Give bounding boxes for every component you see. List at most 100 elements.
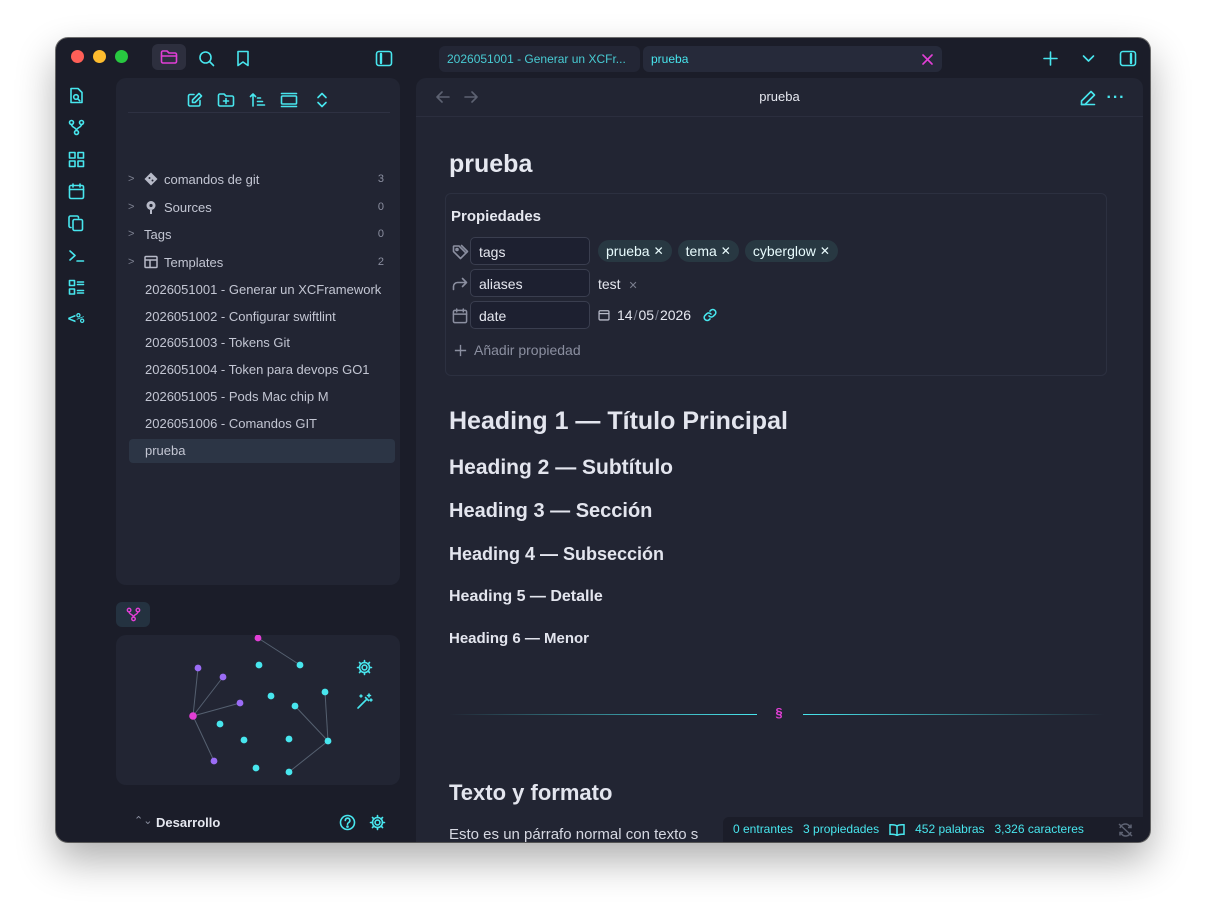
- command-palette-button[interactable]: [66, 245, 86, 265]
- close-window-button[interactable]: [71, 50, 84, 63]
- character-count[interactable]: 3,326 caracteres: [995, 817, 1084, 842]
- property-key-date[interactable]: date: [470, 301, 590, 329]
- templater-icon[interactable]: <%: [66, 309, 86, 329]
- edit-mode-button[interactable]: [1078, 88, 1098, 108]
- settings-button[interactable]: [367, 812, 387, 832]
- file-item[interactable]: 2026051006 - Comandos GIT: [129, 412, 395, 436]
- editor-pane: prueba ··· prueba Propiedades tags prueb…: [416, 78, 1143, 842]
- plus-icon: [1042, 50, 1058, 66]
- search-tab-button[interactable]: [196, 48, 216, 68]
- calendar-icon: [451, 307, 469, 325]
- app-window: 2026051001 - Generar un XCFr... prueba <…: [56, 38, 1150, 842]
- daily-note-button[interactable]: [66, 181, 86, 201]
- more-options-icon[interactable]: ···: [1106, 88, 1126, 108]
- backlinks-count[interactable]: 0 entrantes: [733, 817, 793, 842]
- alias-value[interactable]: test ✕: [598, 276, 638, 292]
- zoom-window-button[interactable]: [115, 50, 128, 63]
- toggle-left-sidebar-button[interactable]: [374, 48, 394, 68]
- canvas-button[interactable]: [66, 149, 86, 169]
- file-item[interactable]: 2026051005 - Pods Mac chip M: [129, 385, 395, 409]
- git-fork-icon: [126, 607, 140, 622]
- gallery-icon: [280, 92, 298, 108]
- graph-view-button[interactable]: [66, 117, 86, 137]
- view-header-title[interactable]: prueba: [416, 89, 1143, 104]
- paragraph[interactable]: Esto es un párrafo normal con texto s: [449, 826, 698, 842]
- heading-4[interactable]: Heading 4 — Subsección: [449, 544, 664, 565]
- folder-templates[interactable]: > Templates 2: [128, 250, 392, 274]
- remove-tag-icon[interactable]: ✕: [721, 244, 731, 258]
- file-item[interactable]: 2026051003 - Tokens Git: [129, 331, 395, 355]
- local-graph-tab-button[interactable]: [116, 602, 150, 627]
- folder-plus-icon: [217, 93, 235, 107]
- divider-glyph-icon: §: [775, 705, 783, 720]
- heading-5[interactable]: Heading 5 — Detalle: [449, 588, 603, 606]
- chevron-right-icon: >: [128, 201, 135, 213]
- toggle-right-sidebar-button[interactable]: [1118, 48, 1138, 68]
- vault-name[interactable]: Desarrollo: [156, 815, 220, 830]
- file-explorer-tab-button[interactable]: [152, 44, 186, 70]
- chevrons-up-down-icon: [317, 92, 327, 108]
- file-item-active[interactable]: prueba: [129, 439, 395, 463]
- collapse-all-button[interactable]: [312, 90, 332, 110]
- pencil-square-icon: [187, 92, 203, 107]
- word-count[interactable]: 452 palabras: [915, 817, 984, 842]
- properties-box: Propiedades tags prueba ✕ tema ✕ cyberglow…: [445, 193, 1107, 376]
- minimize-window-button[interactable]: [93, 50, 106, 63]
- vault-switcher-chevron-icon[interactable]: ⌃⌄: [134, 814, 152, 827]
- property-key-aliases[interactable]: aliases: [470, 269, 590, 297]
- new-note-button[interactable]: [185, 90, 205, 110]
- remove-alias-icon[interactable]: ✕: [628, 280, 637, 292]
- graph-settings-button[interactable]: [354, 657, 374, 677]
- heading-3[interactable]: Heading 3 — Sección: [449, 500, 652, 523]
- new-folder-button[interactable]: [216, 90, 236, 110]
- date-value[interactable]: 14/05/2026: [598, 307, 717, 323]
- heading-2[interactable]: Heading 2 — Subtítulo: [449, 456, 673, 480]
- book-open-icon[interactable]: [889, 823, 905, 836]
- new-tab-button[interactable]: [1040, 48, 1060, 68]
- chevron-right-icon: >: [128, 256, 135, 268]
- auto-reveal-button[interactable]: [279, 90, 299, 110]
- tag-pill-tema[interactable]: tema ✕: [677, 240, 739, 262]
- remove-tag-icon[interactable]: ✕: [820, 244, 830, 258]
- remove-tag-icon[interactable]: ✕: [654, 244, 664, 258]
- animate-graph-button[interactable]: [354, 691, 374, 711]
- calendar-icon: [68, 182, 84, 199]
- bookmark-icon: [237, 50, 249, 66]
- sync-off-icon[interactable]: [1118, 822, 1133, 837]
- tab-generar-xcframework[interactable]: 2026051001 - Generar un XCFr...: [439, 46, 640, 72]
- properties-heading[interactable]: Propiedades: [451, 208, 541, 225]
- tab-prueba[interactable]: prueba: [643, 46, 942, 72]
- bookmarks-tab-button[interactable]: [233, 48, 253, 68]
- folder-sources[interactable]: > Sources 0: [128, 195, 392, 219]
- tab-list-button[interactable]: [1078, 48, 1098, 68]
- tag-icon: [451, 243, 469, 261]
- property-key-tags[interactable]: tags: [470, 237, 590, 265]
- close-tab-icon[interactable]: [919, 51, 935, 67]
- heading-1[interactable]: Heading 1 — Título Principal: [449, 407, 788, 436]
- file-explorer-panel: > comandos de git 3 > Sources 0 > Tags 0…: [116, 78, 400, 585]
- add-property-button[interactable]: Añadir propiedad: [454, 342, 581, 358]
- properties-count[interactable]: 3 propiedades: [803, 817, 879, 842]
- search-icon: [198, 50, 214, 66]
- bases-button[interactable]: [66, 277, 86, 297]
- divider: [128, 112, 390, 113]
- note-title[interactable]: prueba: [449, 150, 532, 179]
- templates-button[interactable]: [66, 213, 86, 233]
- local-graph-panel: [116, 635, 400, 785]
- list-checks-icon: [68, 279, 84, 295]
- help-button[interactable]: [337, 812, 357, 832]
- link-icon[interactable]: [703, 308, 717, 322]
- tags-values: prueba ✕ tema ✕ cyberglow ✕: [598, 240, 844, 262]
- tag-pill-prueba[interactable]: prueba ✕: [598, 240, 672, 262]
- folder-tags[interactable]: > Tags 0: [128, 222, 392, 246]
- sort-button[interactable]: [247, 90, 267, 110]
- file-item[interactable]: 2026051002 - Configurar swiftlint: [129, 305, 395, 329]
- tag-pill-cyberglow[interactable]: cyberglow ✕: [744, 240, 838, 262]
- gear-icon: [356, 659, 372, 675]
- file-item[interactable]: 2026051001 - Generar un XCFramework: [129, 278, 395, 302]
- heading-6[interactable]: Heading 6 — Menor: [449, 630, 589, 647]
- folder-comandos-de-git[interactable]: > comandos de git 3: [128, 167, 392, 191]
- file-item[interactable]: 2026051004 - Token para devops GO1: [129, 358, 395, 382]
- section-heading[interactable]: Texto y formato: [449, 780, 612, 806]
- quick-switcher-button[interactable]: [66, 85, 86, 105]
